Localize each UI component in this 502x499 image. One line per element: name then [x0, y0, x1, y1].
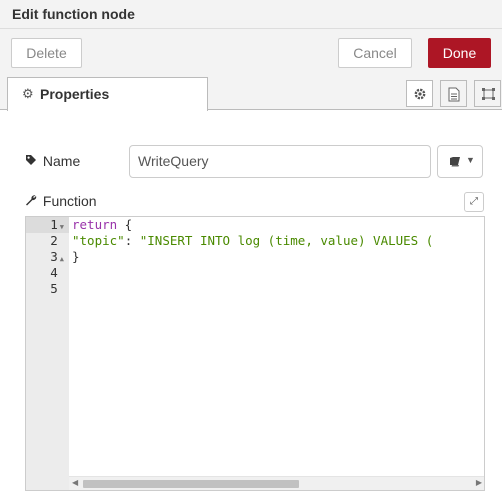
- editor-gutter: 1▼ 2▼ 3▲ 4▼ 5▼: [26, 217, 69, 490]
- tab-properties-label: Properties: [40, 86, 110, 102]
- code-editor[interactable]: 1▼ 2▼ 3▲ 4▼ 5▼ return { "topic": "INSERT…: [25, 216, 485, 491]
- wrench-icon: [25, 193, 39, 209]
- library-button[interactable]: ▼: [437, 145, 483, 178]
- line-number: 1 ▼: [50, 217, 64, 232]
- function-label-text: Function: [42, 193, 97, 209]
- line-number: 4▼: [50, 265, 58, 280]
- expand-icon: ⤢: [470, 196, 478, 207]
- scroll-right-icon[interactable]: ▶: [476, 478, 482, 487]
- cancel-button[interactable]: Cancel: [338, 38, 412, 68]
- code-line: "topic": "INSERT INTO log (time, value) …: [72, 233, 434, 248]
- code-line: return {: [72, 217, 133, 232]
- name-label: Name: [25, 153, 80, 169]
- description-tab-button[interactable]: [440, 80, 467, 107]
- frame-icon: [482, 88, 495, 100]
- delete-button[interactable]: Delete: [11, 38, 82, 68]
- name-label-text: Name: [42, 153, 81, 169]
- expand-editor-button[interactable]: ⤢: [464, 192, 484, 212]
- caret-down-icon: ▼: [466, 155, 475, 165]
- properties-form: Name WriteQuery ▼ Function ⤢ 1▼ 2▼ 3▲ 4▼…: [0, 111, 502, 499]
- dialog-header: Edit function node: [0, 0, 502, 29]
- tag-icon: [25, 153, 39, 169]
- scrollbar-thumb[interactable]: [83, 480, 299, 488]
- tab-bar: ⚙ Properties: [0, 77, 502, 111]
- horizontal-scrollbar[interactable]: ◀ ▶: [69, 476, 484, 490]
- line-number: 3 ▲: [50, 249, 64, 264]
- line-number: 2▼: [50, 233, 58, 248]
- scroll-left-icon[interactable]: ◀: [72, 478, 78, 487]
- appearance-tab-button[interactable]: [474, 80, 501, 107]
- settings-tab-button[interactable]: [406, 80, 433, 107]
- dialog-toolbar: Delete Cancel Done: [0, 29, 502, 77]
- fold-open-icon: ▼: [59, 223, 64, 231]
- dialog-title: Edit function node: [12, 6, 135, 22]
- book-icon: [449, 156, 461, 170]
- document-icon: [448, 87, 460, 102]
- function-label: Function: [25, 193, 97, 209]
- tab-properties[interactable]: ⚙ Properties: [7, 77, 208, 111]
- code-line: }: [72, 249, 80, 264]
- gear-icon: [414, 88, 426, 100]
- line-number: 5▼: [50, 281, 58, 296]
- fold-close-icon: ▲: [59, 255, 64, 263]
- done-button[interactable]: Done: [428, 38, 491, 68]
- gear-icon: ⚙: [22, 86, 34, 101]
- name-input[interactable]: WriteQuery: [129, 145, 431, 178]
